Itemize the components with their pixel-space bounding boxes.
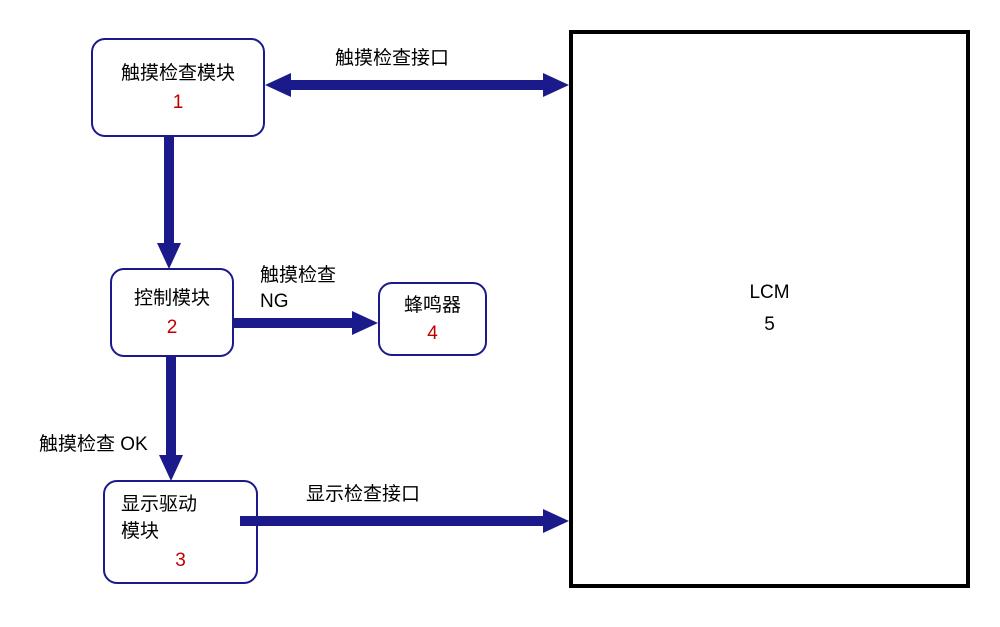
- label-ng: 触摸检查 NG: [260, 263, 336, 314]
- label-ng-l1: 触摸检查: [260, 265, 336, 286]
- node-display-driver-number: 3: [175, 550, 186, 572]
- arrow-touch-control: [164, 135, 174, 243]
- arrow-touch-lcm: [291, 80, 543, 90]
- node-control-number: 2: [167, 317, 178, 339]
- node-display-driver: 显示驱动 模块 3: [103, 480, 258, 584]
- label-touch-interface: 触摸检查接口: [335, 46, 449, 72]
- node-display-driver-title2: 模块: [121, 519, 159, 546]
- node-lcm-title: LCM: [749, 282, 789, 304]
- node-buzzer: 蜂鸣器 4: [378, 282, 487, 356]
- arrow-touch-lcm-left: [265, 73, 291, 97]
- arrow-touch-lcm-right: [543, 73, 569, 97]
- node-lcm-number: 5: [764, 314, 775, 336]
- arrow-display-lcm-head: [543, 509, 569, 533]
- arrow-control-display: [166, 355, 176, 455]
- arrow-control-buzzer-head: [352, 311, 378, 335]
- node-touch-check-number: 1: [173, 92, 184, 114]
- node-buzzer-title: 蜂鸣器: [404, 293, 461, 320]
- arrow-touch-control-head: [157, 243, 181, 269]
- node-buzzer-number: 4: [427, 323, 438, 345]
- label-ng-l2: NG: [260, 291, 289, 312]
- node-display-driver-title1: 显示驱动: [121, 492, 197, 519]
- label-display-interface: 显示检查接口: [306, 482, 420, 508]
- node-lcm: LCM 5: [569, 30, 970, 588]
- arrow-display-lcm: [240, 516, 543, 526]
- label-ok: 触摸检查 OK: [39, 432, 148, 458]
- node-control: 控制模块 2: [110, 268, 234, 357]
- node-touch-check: 触摸检查模块 1: [91, 38, 265, 137]
- arrow-control-buzzer: [232, 318, 352, 328]
- arrow-control-display-head: [159, 455, 183, 481]
- node-control-title: 控制模块: [134, 286, 210, 313]
- node-touch-check-title: 触摸检查模块: [121, 61, 235, 88]
